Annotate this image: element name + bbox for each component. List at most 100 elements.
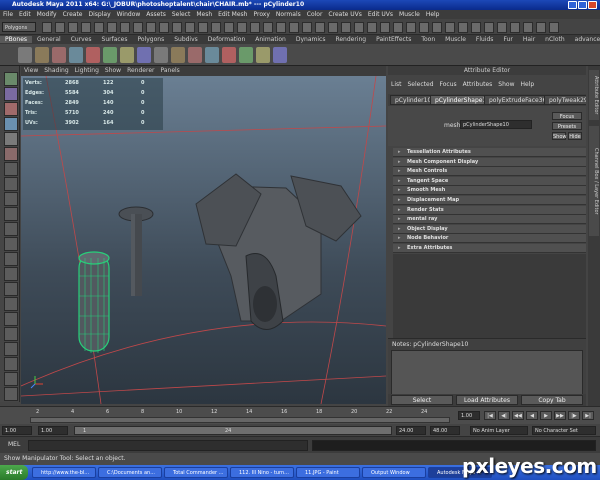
status-line-icon[interactable] (536, 22, 546, 33)
current-time-field[interactable]: 1.00 (458, 411, 480, 420)
status-line-icon[interactable] (237, 22, 247, 33)
status-line-icon[interactable] (146, 22, 156, 33)
shelf-tab-general[interactable]: General (32, 36, 66, 43)
attr-tab[interactable]: polyExtrudeFace36 (484, 95, 552, 105)
status-line-icon[interactable] (55, 22, 65, 33)
expand-triangle-icon[interactable]: ▸ (398, 234, 401, 243)
menu-modify[interactable]: Modify (34, 11, 60, 18)
toolbox-tool-icon[interactable] (4, 207, 18, 221)
menu-edit[interactable]: Edit (16, 11, 34, 18)
attr-section-mental-ray[interactable]: ▸ mental ray (393, 215, 586, 225)
playback-button-icon[interactable]: |▶ (568, 411, 580, 420)
attr-menu-help[interactable]: Help (517, 81, 537, 88)
minimize-icon[interactable] (568, 1, 577, 9)
shelf-tab-muscle[interactable]: Muscle (440, 36, 471, 43)
menu-edit-uvs[interactable]: Edit UVs (365, 11, 396, 18)
taskbar-item[interactable]: Output Window (362, 467, 426, 478)
shelf-tool-icon[interactable] (188, 47, 202, 63)
toolbox-tool-icon[interactable] (4, 87, 18, 101)
menu-color[interactable]: Color (304, 11, 326, 18)
character-set-dropdown[interactable]: No Character Set (532, 426, 596, 435)
toolbox-tool-icon[interactable] (4, 327, 18, 341)
shelf-tool-icon[interactable] (18, 47, 32, 63)
playback-button-icon[interactable]: |◀ (484, 411, 496, 420)
playback-button-icon[interactable]: ◀| (498, 411, 510, 420)
attr-select-button[interactable]: Select (391, 395, 453, 405)
toolbox-tool-icon[interactable] (4, 117, 18, 131)
shelf-tab-fluids[interactable]: Fluids (471, 36, 499, 43)
side-tab[interactable]: Attribute Editor (589, 70, 599, 120)
status-line-icon[interactable] (445, 22, 455, 33)
menu-file[interactable]: File (0, 11, 16, 18)
status-line-icon[interactable] (302, 22, 312, 33)
taskbar-item[interactable]: 112. Ill Nino - turn... (230, 467, 294, 478)
shelf-tool-icon[interactable] (35, 47, 49, 63)
range-bar[interactable]: 1 24 (74, 426, 392, 435)
menu-set-dropdown[interactable]: Polygons (2, 22, 36, 32)
status-line-icon[interactable] (510, 22, 520, 33)
status-line-icon[interactable] (276, 22, 286, 33)
shelf-tab-curves[interactable]: Curves (66, 36, 97, 43)
expand-triangle-icon[interactable]: ▸ (398, 177, 401, 186)
playback-button-icon[interactable]: ▶| (582, 411, 594, 420)
playback-button-icon[interactable]: ▶▶ (554, 411, 566, 420)
menu-mesh[interactable]: Mesh (193, 11, 215, 18)
shelf-tool-icon[interactable] (171, 47, 185, 63)
shelf-tab-dynamics[interactable]: Dynamics (291, 36, 331, 43)
playback-start-field[interactable]: 1.00 (38, 426, 68, 435)
attr-section-extra-attributes[interactable]: ▸ Extra Attributes (393, 244, 586, 253)
command-input[interactable] (28, 440, 308, 451)
menu-create-uvs[interactable]: Create UVs (325, 11, 364, 18)
status-line-icon[interactable] (549, 22, 559, 33)
attr-section-smooth-mesh[interactable]: ▸ Smooth Mesh (393, 186, 586, 196)
end-time-field[interactable]: 48.00 (430, 426, 460, 435)
start-time-field[interactable]: 1.00 (2, 426, 32, 435)
shelf-tool-icon[interactable] (239, 47, 253, 63)
viewport-menu-panels[interactable]: Panels (157, 67, 182, 74)
viewport-menu-view[interactable]: View (21, 67, 41, 74)
start-button[interactable]: start (0, 465, 28, 480)
toolbox-tool-icon[interactable] (4, 132, 18, 146)
menu-help[interactable]: Help (423, 11, 443, 18)
status-line-icon[interactable] (367, 22, 377, 33)
attr-section-render-stats[interactable]: ▸ Render Stats (393, 205, 586, 215)
time-slider-track[interactable] (30, 417, 450, 423)
shelf-tab-deformation[interactable]: Deformation (203, 36, 250, 43)
shelf-tab-advancedskeleton[interactable]: advancedSkeleton (570, 36, 600, 43)
menu-create[interactable]: Create (60, 11, 86, 18)
playback-button-icon[interactable]: ◀◀ (512, 411, 524, 420)
toolbox-tool-icon[interactable] (4, 72, 18, 86)
status-line-icon[interactable] (406, 22, 416, 33)
shelf-tab-ncloth[interactable]: nCloth (540, 36, 570, 43)
taskbar-item[interactable]: http://www.the-bl... (32, 467, 96, 478)
toolbox-tool-icon[interactable] (4, 312, 18, 326)
playback-end-field[interactable]: 24.00 (396, 426, 426, 435)
toolbox-tool-icon[interactable] (4, 192, 18, 206)
shelf-tab-hair[interactable]: Hair (518, 36, 540, 43)
menu-muscle[interactable]: Muscle (396, 11, 423, 18)
toolbox-tool-icon[interactable] (4, 237, 18, 251)
toolbox-tool-icon[interactable] (4, 177, 18, 191)
status-line-icon[interactable] (68, 22, 78, 33)
side-tab[interactable]: Channel Box / Layer Editor (589, 126, 599, 236)
status-line-icon[interactable] (484, 22, 494, 33)
status-line-icon[interactable] (263, 22, 273, 33)
shelf-tool-icon[interactable] (103, 47, 117, 63)
perspective-viewport[interactable]: Verts: 2868 122 0 Edges: 5584 304 0 Faces: 2849 14… (21, 76, 386, 404)
status-line-icon[interactable] (419, 22, 429, 33)
attr-load-attributes-button[interactable]: Load Attributes (456, 395, 518, 405)
toolbox-tool-icon[interactable] (4, 342, 18, 356)
taskbar-item[interactable]: 11.JPG - Paint (296, 467, 360, 478)
status-line-icon[interactable] (198, 22, 208, 33)
time-slider[interactable]: 1.00 |◀ ◀| ◀◀ ◀ ▶ ▶▶ |▶ ▶| 2 4 6 8 10 12 14 16 18 20 22 24 (0, 406, 600, 424)
menu-normals[interactable]: Normals (273, 11, 304, 18)
toolbox-tool-icon[interactable] (4, 252, 18, 266)
status-line-icon[interactable] (185, 22, 195, 33)
notes-textarea[interactable] (391, 350, 583, 395)
status-line-icon[interactable] (211, 22, 221, 33)
menu-window[interactable]: Window (114, 11, 144, 18)
engine-block-mesh[interactable] (195, 173, 362, 330)
viewport-menu-shading[interactable]: Shading (41, 67, 71, 74)
status-line-icon[interactable] (497, 22, 507, 33)
attr-copy-tab-button[interactable]: Copy Tab (521, 395, 583, 405)
